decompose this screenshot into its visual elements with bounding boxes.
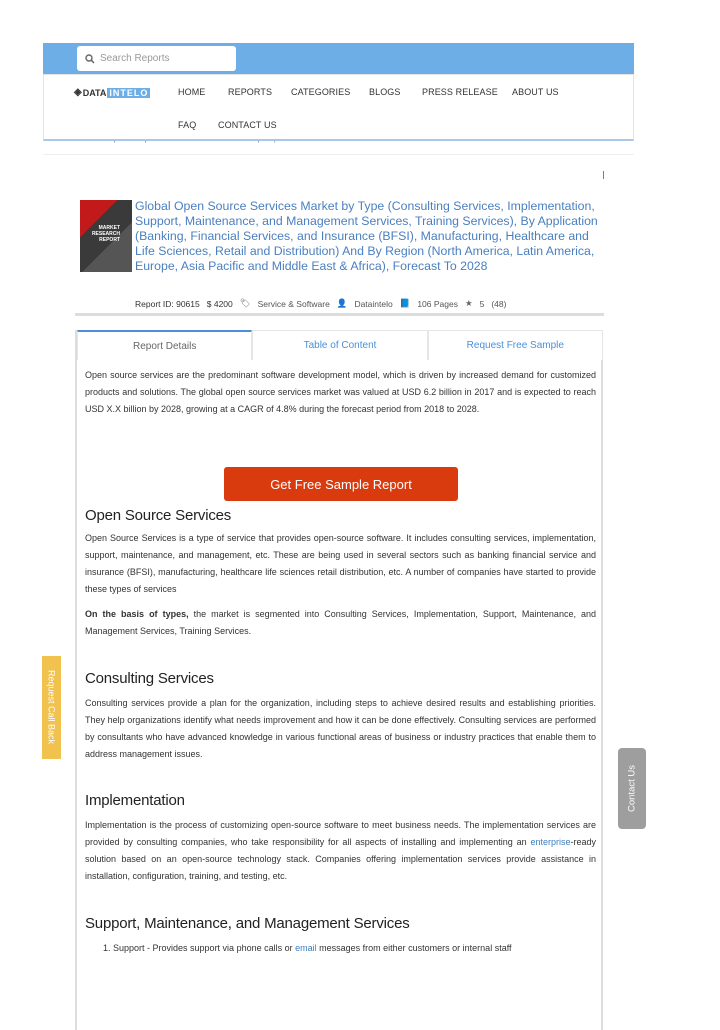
logo-text-right: INTELO	[107, 87, 151, 98]
report-title: Global Open Source Services Market by Ty…	[135, 199, 598, 273]
heading-open-source-services: Open Source Services	[85, 507, 232, 524]
review-count: (48)	[491, 298, 507, 309]
list-text: 1. Support - Provides support via phone …	[103, 943, 296, 953]
main-nav: ◈ DATA INTELO HOME REPORTS CATEGORIES BLO…	[43, 74, 634, 141]
get-free-sample-button[interactable]: Get Free Sample Report	[224, 467, 458, 501]
user-icon: 👤	[336, 298, 348, 308]
request-call-back-button[interactable]: Request Call Back	[42, 656, 61, 759]
paragraph-text: Implementation is the process of customi…	[85, 820, 596, 847]
dollar-icon: $	[206, 298, 212, 309]
report-cover-image: MARKET RESEARCH REPORT	[80, 200, 132, 272]
search-input[interactable]: Search Reports	[77, 46, 236, 71]
logo[interactable]: ◈ DATA INTELO	[74, 87, 151, 98]
tag-icon: 🏷	[239, 298, 251, 308]
book-icon: 📘	[399, 298, 411, 308]
report-id: Report ID: 90615	[135, 298, 200, 309]
report-panel: Report Details Table of Content Request …	[75, 330, 603, 1030]
email-link[interactable]: email	[295, 943, 317, 953]
report-meta: Report ID: 90615 $ 4200 🏷 Service & Softw…	[135, 298, 506, 309]
bold-lead: On the basis of types,	[85, 609, 189, 619]
logo-mark-icon: ◈	[74, 87, 82, 98]
heading-consulting-services: Consulting Services	[85, 670, 214, 687]
intro-paragraph: Open source services are the predominant…	[85, 370, 596, 414]
pages: 106 Pages	[417, 298, 458, 309]
nav-reports[interactable]: REPORTS	[228, 87, 272, 97]
tab-table-of-content[interactable]: Table of Content	[252, 330, 428, 360]
search-icon	[85, 53, 95, 64]
nav-blogs[interactable]: BLOGS	[369, 87, 401, 97]
paragraph: Implementation is the process of customi…	[85, 817, 596, 885]
heading-implementation: Implementation	[85, 792, 185, 809]
top-bar: Search Reports	[43, 43, 634, 74]
divider	[75, 313, 604, 316]
paragraph: Consulting services provide a plan for t…	[85, 698, 596, 759]
tab-report-details[interactable]: Report Details	[77, 330, 253, 360]
price: 4200	[213, 298, 233, 309]
cursor-mark	[603, 171, 604, 179]
tab-request-free-sample[interactable]: Request Free Sample	[427, 330, 603, 360]
paragraph: On the basis of types, the market is seg…	[85, 606, 596, 640]
contact-us-button[interactable]: Contact Us	[618, 748, 646, 829]
logo-text-left: DATA	[82, 87, 107, 98]
cover-text: MARKET RESEARCH REPORT	[91, 225, 120, 243]
search-placeholder: Search Reports	[100, 53, 170, 64]
nav-press-release[interactable]: PRESS RELEASE	[422, 87, 498, 97]
publisher: Dataintelo	[354, 298, 393, 309]
list-text: messages from either customers or intern…	[316, 943, 512, 953]
rating: 5	[479, 298, 485, 309]
enterprise-link[interactable]: enterprise	[530, 837, 570, 847]
star-icon: ★	[464, 298, 473, 308]
list-item: 1. Support - Provides support via phone …	[103, 940, 596, 957]
divider	[43, 154, 634, 155]
nav-contact-us[interactable]: CONTACT US	[218, 120, 277, 130]
heading-support-maintenance: Support, Maintenance, and Management Ser…	[85, 915, 410, 932]
nav-about-us[interactable]: ABOUT US	[512, 87, 559, 97]
nav-home[interactable]: HOME	[178, 87, 205, 97]
nav-categories[interactable]: CATEGORIES	[291, 87, 350, 97]
paragraph: Open Source Services is a type of servic…	[85, 533, 596, 594]
nav-faq[interactable]: FAQ	[178, 120, 196, 130]
category[interactable]: Service & Software	[258, 299, 330, 309]
tab-bar: Report Details Table of Content Request …	[77, 330, 603, 360]
